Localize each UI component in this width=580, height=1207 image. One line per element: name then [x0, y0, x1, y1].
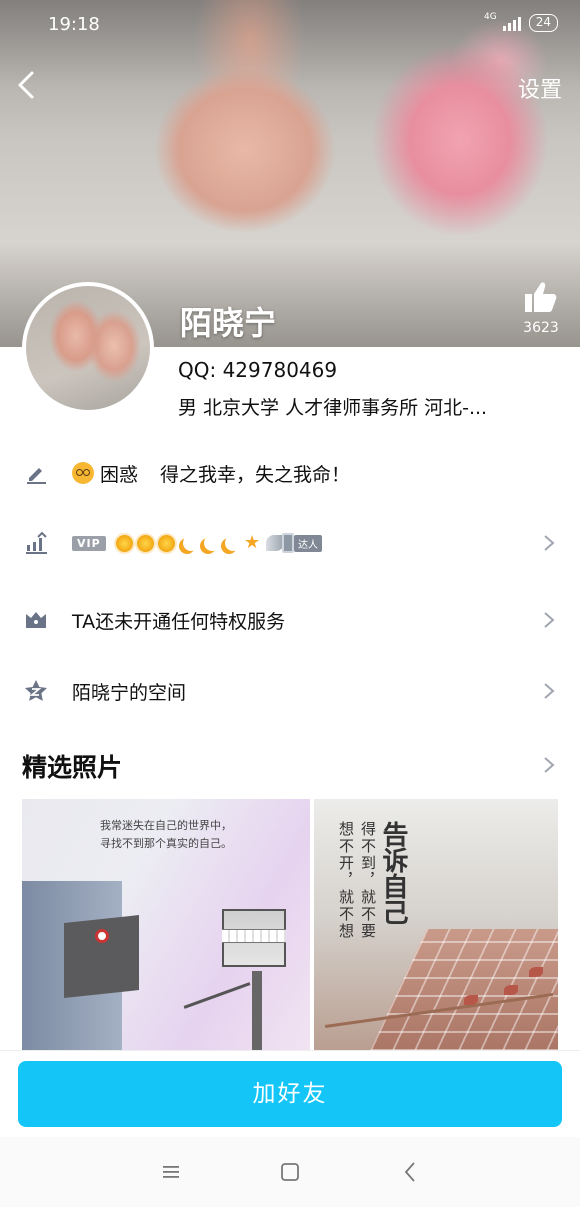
- thumbs-up-icon: [525, 282, 557, 312]
- photo2-title: 告诉自己: [378, 821, 408, 925]
- chevron-left-icon: [18, 71, 34, 99]
- chevron-right-icon: [544, 612, 555, 628]
- robot-eye: [95, 929, 109, 943]
- chevron-right-icon[interactable]: [542, 755, 556, 775]
- qq-number: QQ: 429780469: [178, 358, 338, 382]
- like-count: 3623: [523, 320, 559, 336]
- settings-button[interactable]: 设置: [518, 72, 562, 104]
- phone-icon: [282, 533, 294, 553]
- robot-torso: [252, 971, 262, 1059]
- chevron-right-icon: [544, 683, 555, 699]
- moon-icon: [225, 535, 241, 551]
- sun-icon: [137, 534, 154, 552]
- chevron-right-icon: [544, 535, 555, 551]
- sun-icon: [116, 534, 133, 552]
- battery-icon: 24: [528, 14, 558, 32]
- photo2-poem-col-2: 得不到，就不要: [359, 821, 377, 940]
- star-icon: ★: [244, 532, 261, 553]
- profile-nickname: 陌晓宁: [180, 304, 277, 342]
- add-friend-button[interactable]: 加好友: [18, 1061, 562, 1127]
- status-time: 19:18: [48, 14, 100, 35]
- photo1-caption-line-1: 我常迷失在自己的世界中，: [100, 819, 232, 832]
- robot-head-left: [64, 915, 139, 998]
- like-button[interactable]: 3623: [518, 280, 564, 336]
- robot-arm: [183, 982, 251, 1009]
- qzone-star-icon: [25, 680, 47, 701]
- photo1-caption: 我常迷失在自己的世界中， 寻找不到那个真实的自己。: [22, 817, 310, 853]
- leaf-decoration: [504, 985, 518, 995]
- brick-ground: [361, 929, 558, 1059]
- daren-badge: 达人: [266, 533, 322, 553]
- network-type: 4G: [484, 12, 497, 22]
- photo1-caption-line-2: 寻找不到那个真实的自己。: [100, 837, 232, 850]
- profile-details[interactable]: 男 北京大学 人才律师事务所 河北-...: [178, 393, 487, 420]
- moon-icon: [183, 535, 199, 551]
- signal-icon: [502, 15, 521, 31]
- vip-badge: VIP: [72, 535, 106, 551]
- edit-icon: [27, 468, 46, 484]
- signature-mood: 困惑: [100, 463, 139, 486]
- system-nav-bar: [0, 1137, 580, 1207]
- space-row[interactable]: 陌晓宁的空间: [0, 661, 580, 721]
- back-button[interactable]: [14, 68, 42, 102]
- privilege-row[interactable]: TA还未开通任何特权服务: [0, 590, 580, 650]
- avatar[interactable]: [22, 282, 154, 414]
- status-indicators: 4G 24: [484, 12, 558, 32]
- level-icons: ★: [116, 534, 262, 552]
- robot-bandage: [222, 929, 286, 943]
- featured-photo-1[interactable]: 我常迷失在自己的世界中， 寻找不到那个真实的自己。: [22, 799, 310, 1059]
- leaf-decoration: [529, 967, 543, 977]
- crown-icon: [26, 612, 46, 628]
- level-chart-icon: [26, 531, 47, 554]
- signature-text: 得之我幸，失之我命！: [160, 463, 351, 486]
- signature-row[interactable]: 困惑 得之我幸，失之我命！: [0, 443, 580, 503]
- photo2-poem-col-1: 想不开，就不想: [337, 821, 355, 940]
- featured-photos-title: 精选照片: [22, 753, 123, 782]
- menu-icon[interactable]: [158, 1159, 184, 1185]
- confused-face-icon: [72, 461, 94, 484]
- back-nav-icon[interactable]: [398, 1159, 424, 1185]
- moon-icon: [204, 535, 220, 551]
- space-label: 陌晓宁的空间: [72, 681, 187, 704]
- sun-icon: [158, 534, 175, 552]
- privilege-label: TA还未开通任何特权服务: [72, 610, 286, 633]
- status-bar: 19:18 4G 24: [0, 0, 580, 50]
- level-row[interactable]: VIP ★ 达人: [0, 513, 580, 573]
- daren-label: 达人: [294, 534, 322, 552]
- home-icon[interactable]: [277, 1159, 303, 1185]
- featured-photo-2[interactable]: 想不开，就不想 得不到，就不要 告诉自己: [314, 799, 558, 1059]
- leaf-decoration: [464, 995, 478, 1005]
- signature-text-wrapper: 困惑 得之我幸，失之我命！: [72, 460, 350, 487]
